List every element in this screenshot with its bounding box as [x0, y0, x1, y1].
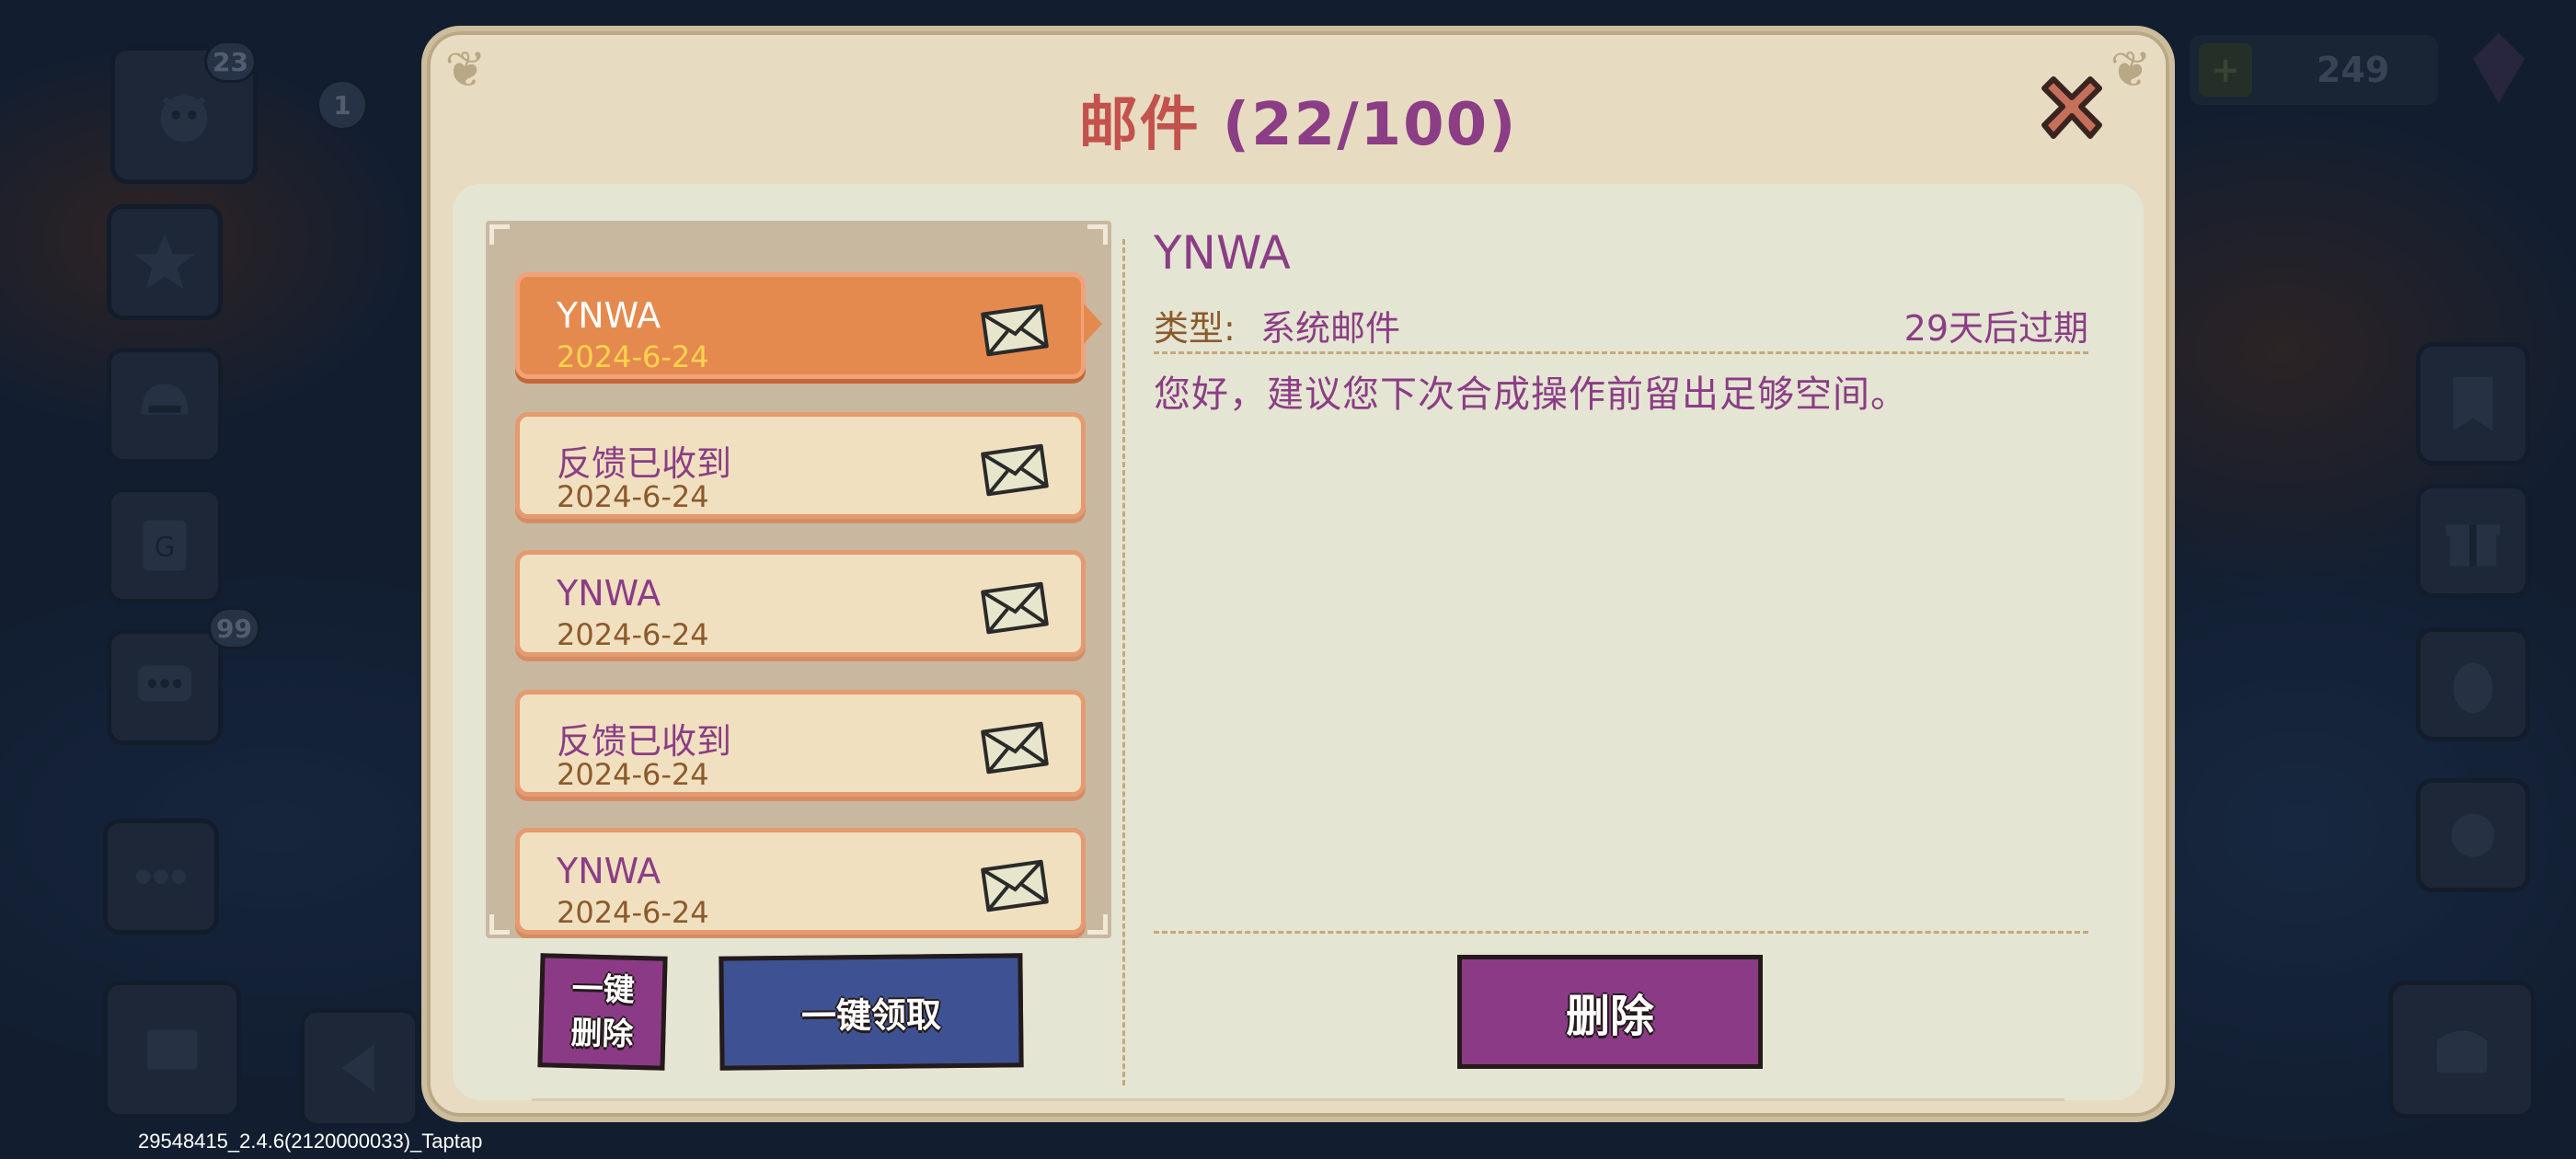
dialog-title: 邮件 (22/100)	[427, 77, 2169, 162]
mail-detail-title: YNWA	[1154, 226, 1291, 280]
bottom-divider	[532, 1098, 2064, 1101]
mail-item-date: 2024-6-24	[557, 895, 709, 930]
vertical-divider	[1122, 239, 1125, 1085]
mail-type-label: 类型:	[1154, 308, 1236, 349]
detail-separator	[1154, 931, 2088, 934]
mail-dialog: ❦ ❦ 邮件 (22/100) YNWA 2024-6-24 反馈已收到 202…	[421, 26, 2175, 1122]
mail-list-item[interactable]: YNWA 2024-6-24	[515, 550, 1086, 657]
title-text: 邮件	[1078, 91, 1201, 159]
close-icon	[2041, 76, 2102, 139]
envelope-icon	[981, 443, 1049, 497]
mail-expiry: 29天后过期	[1903, 308, 2088, 349]
mail-item-title: YNWA	[557, 851, 661, 891]
dialog-content-area: YNWA 2024-6-24 反馈已收到 2024-6-24 YNWA 2024…	[453, 184, 2144, 1101]
mail-item-date: 2024-6-24	[557, 617, 709, 652]
mail-item-title: 反馈已收到	[557, 443, 732, 484]
mail-item-date: 2024-6-24	[557, 339, 709, 374]
envelope-icon	[981, 721, 1049, 775]
claim-all-button[interactable]: 一键领取	[719, 953, 1024, 1071]
panel-corner	[489, 224, 510, 245]
panel-corner	[1087, 914, 1108, 935]
delete-label: 删除	[1565, 991, 1654, 1042]
delete-all-label-1: 一键	[571, 970, 636, 1009]
mail-list-item[interactable]: YNWA 2024-6-24	[515, 272, 1086, 379]
delete-button[interactable]: 删除	[1457, 955, 1763, 1069]
mail-list-item[interactable]: 反馈已收到 2024-6-24	[515, 690, 1086, 797]
mail-item-date: 2024-6-24	[557, 757, 709, 792]
mail-item-title: YNWA	[557, 573, 661, 614]
mail-count: (22/100)	[1222, 91, 1518, 159]
mail-detail-meta: 类型: 系统邮件 29天后过期	[1154, 300, 2088, 354]
delete-all-button[interactable]: 一键 删除	[537, 953, 668, 1071]
panel-corner	[1087, 224, 1108, 245]
close-button[interactable]	[2028, 64, 2116, 153]
mail-list-item[interactable]: 反馈已收到 2024-6-24	[515, 412, 1086, 519]
envelope-icon	[981, 859, 1049, 912]
delete-all-label-2: 删除	[569, 1015, 634, 1053]
envelope-icon	[981, 581, 1049, 635]
mail-item-title: YNWA	[557, 295, 661, 336]
mail-body: 您好，建议您下次合成操作前留出足够空间。	[1154, 373, 1908, 416]
mail-item-title: 反馈已收到	[557, 721, 732, 762]
claim-all-label: 一键领取	[800, 993, 942, 1037]
envelope-icon	[981, 304, 1049, 357]
version-label: 29548415_2.4.6(2120000033)_Taptap	[138, 1130, 483, 1153]
mail-type-value: 系统邮件	[1260, 308, 1401, 349]
selected-indicator	[1084, 304, 1102, 344]
mail-list-item[interactable]: YNWA 2024-6-24	[515, 828, 1086, 935]
panel-corner	[489, 914, 510, 935]
mail-item-date: 2024-6-24	[557, 479, 709, 514]
mail-list[interactable]: YNWA 2024-6-24 反馈已收到 2024-6-24 YNWA 2024…	[486, 221, 1111, 938]
